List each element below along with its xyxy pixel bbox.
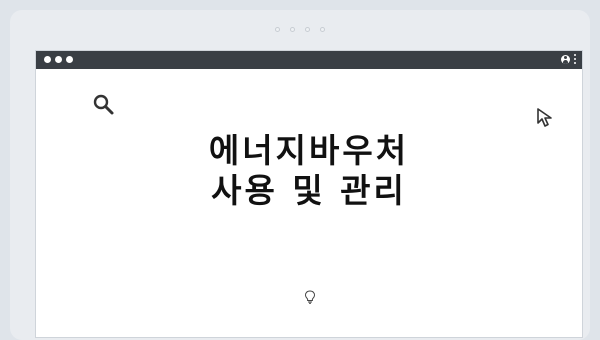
page-title: 에너지바우처 사용 및 관리 bbox=[36, 131, 582, 211]
lightbulb-icon bbox=[304, 289, 316, 308]
window-titlebar bbox=[36, 51, 582, 69]
search-icon[interactable] bbox=[92, 93, 116, 121]
titlebar-menu bbox=[561, 54, 576, 64]
title-line-2: 사용 및 관리 bbox=[211, 171, 407, 210]
window-dot-1[interactable] bbox=[44, 56, 51, 63]
window-controls[interactable] bbox=[44, 56, 73, 63]
device-frame: 에너지바우처 사용 및 관리 bbox=[10, 10, 590, 340]
browser-window: 에너지바우처 사용 및 관리 bbox=[35, 50, 583, 338]
profile-icon[interactable] bbox=[561, 54, 570, 64]
title-line-1: 에너지바우처 bbox=[208, 131, 410, 170]
window-dot-2[interactable] bbox=[55, 56, 62, 63]
window-dot-3[interactable] bbox=[66, 56, 73, 63]
camera-dots bbox=[10, 27, 590, 33]
kebab-menu-icon[interactable] bbox=[574, 54, 576, 64]
cursor-arrow-icon bbox=[536, 107, 556, 133]
